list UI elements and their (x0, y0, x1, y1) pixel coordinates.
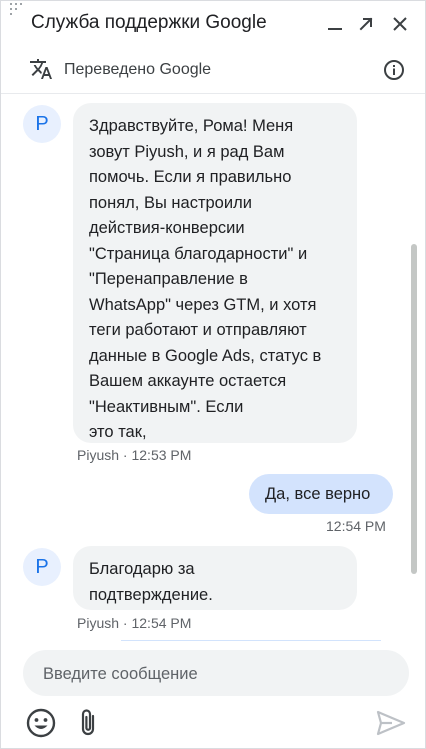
meta-separator: · (122, 447, 128, 463)
emoji-icon (26, 708, 56, 738)
sender-name: Piyush (77, 615, 120, 631)
meta-separator: · (122, 615, 128, 631)
message-input-wrapper (23, 650, 409, 698)
translation-label: Переведено Google (64, 61, 212, 78)
translation-bar: Переведено Google (1, 47, 425, 94)
message-input[interactable] (41, 650, 395, 698)
avatar: P (23, 548, 61, 586)
close-icon (393, 17, 407, 31)
close-button[interactable] (387, 11, 413, 37)
partially-visible-card (121, 640, 381, 643)
minimize-button[interactable] (322, 11, 348, 37)
message-bubble-outgoing: Да, все верно (249, 474, 393, 514)
chat-window: Служба поддержки Google Переведено Googl… (0, 0, 426, 749)
message-meta: Piyush · 12:53 PM (77, 447, 191, 463)
message-list[interactable]: P Здравствуйте, Рома! Меня зовут Piyush,… (1, 94, 425, 643)
send-button[interactable] (374, 706, 408, 740)
open-in-new-icon (359, 17, 373, 31)
info-icon[interactable] (382, 58, 406, 82)
message-time: 12:54 PM (326, 518, 386, 534)
message-meta: Piyush · 12:54 PM (77, 615, 191, 631)
drag-handle-icon[interactable] (10, 3, 24, 15)
emoji-button[interactable] (24, 706, 58, 740)
message-time: 12:54 PM (131, 615, 192, 631)
translate-icon (30, 59, 52, 79)
chat-header: Служба поддержки Google (1, 1, 425, 47)
message-time: 12:53 PM (131, 447, 192, 463)
send-icon (376, 710, 406, 736)
message-bubble-incoming: Благодарю за подтверждение. (73, 546, 357, 610)
attach-button[interactable] (71, 706, 105, 740)
scrollbar[interactable] (411, 244, 417, 574)
open-in-new-button[interactable] (353, 11, 379, 37)
chat-title: Служба поддержки Google (31, 12, 267, 33)
avatar: P (23, 105, 61, 143)
minimize-icon (328, 28, 342, 30)
attach-icon (81, 709, 95, 736)
sender-name: Piyush (77, 447, 120, 463)
message-bubble-incoming: Здравствуйте, Рома! Меня зовут Piyush, и… (73, 103, 357, 443)
